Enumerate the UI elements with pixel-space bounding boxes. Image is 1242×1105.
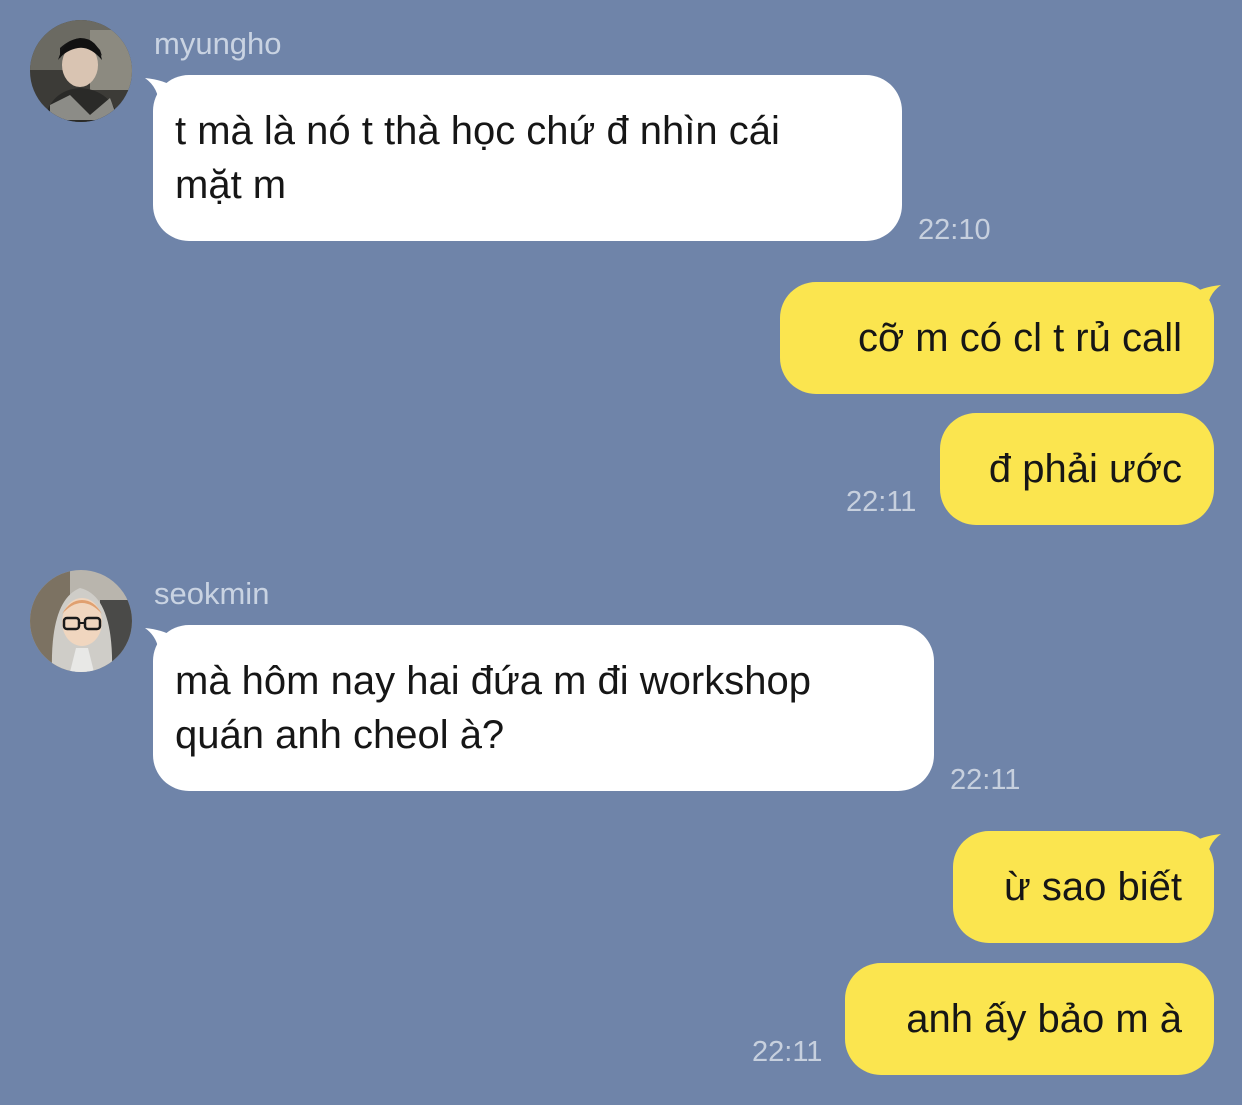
timestamp: 22:10 bbox=[918, 214, 991, 246]
timestamp: 22:11 bbox=[950, 764, 1021, 796]
avatar-myungho[interactable] bbox=[30, 20, 132, 122]
message-bubble-incoming[interactable]: mà hôm nay hai đứa m đi workshop quán an… bbox=[153, 625, 934, 791]
message-bubble-incoming[interactable]: t mà là nó t thà học chứ đ nhìn cái mặt … bbox=[153, 75, 902, 241]
message-text: mặt m bbox=[175, 163, 287, 207]
message-text: đ phải ước bbox=[988, 447, 1182, 491]
message-text: anh ấy bảo m à bbox=[906, 997, 1182, 1041]
message-bubble-outgoing[interactable]: đ phải ước bbox=[940, 413, 1214, 525]
message-bubble-outgoing[interactable]: cỡ m có cl t rủ call bbox=[780, 282, 1214, 394]
sender-name: seokmin bbox=[154, 576, 270, 611]
message-bubble-outgoing[interactable]: anh ấy bảo m à bbox=[845, 963, 1214, 1075]
timestamp: 22:11 bbox=[846, 486, 917, 518]
message-text: ừ sao biết bbox=[1004, 865, 1182, 909]
message-bubble-outgoing[interactable]: ừ sao biết bbox=[953, 831, 1214, 943]
avatar-seokmin[interactable] bbox=[30, 570, 132, 672]
chat-area: myungho t mà là nó t thà học chứ đ nhìn … bbox=[0, 0, 1242, 1105]
message-text: cỡ m có cl t rủ call bbox=[857, 316, 1182, 360]
message-text: t mà là nó t thà học chứ đ nhìn cái bbox=[175, 109, 780, 153]
sender-name: myungho bbox=[154, 26, 282, 61]
message-text: mà hôm nay hai đứa m đi workshop bbox=[175, 659, 811, 703]
message-text: quán anh cheol à? bbox=[175, 713, 505, 757]
timestamp: 22:11 bbox=[752, 1036, 823, 1068]
